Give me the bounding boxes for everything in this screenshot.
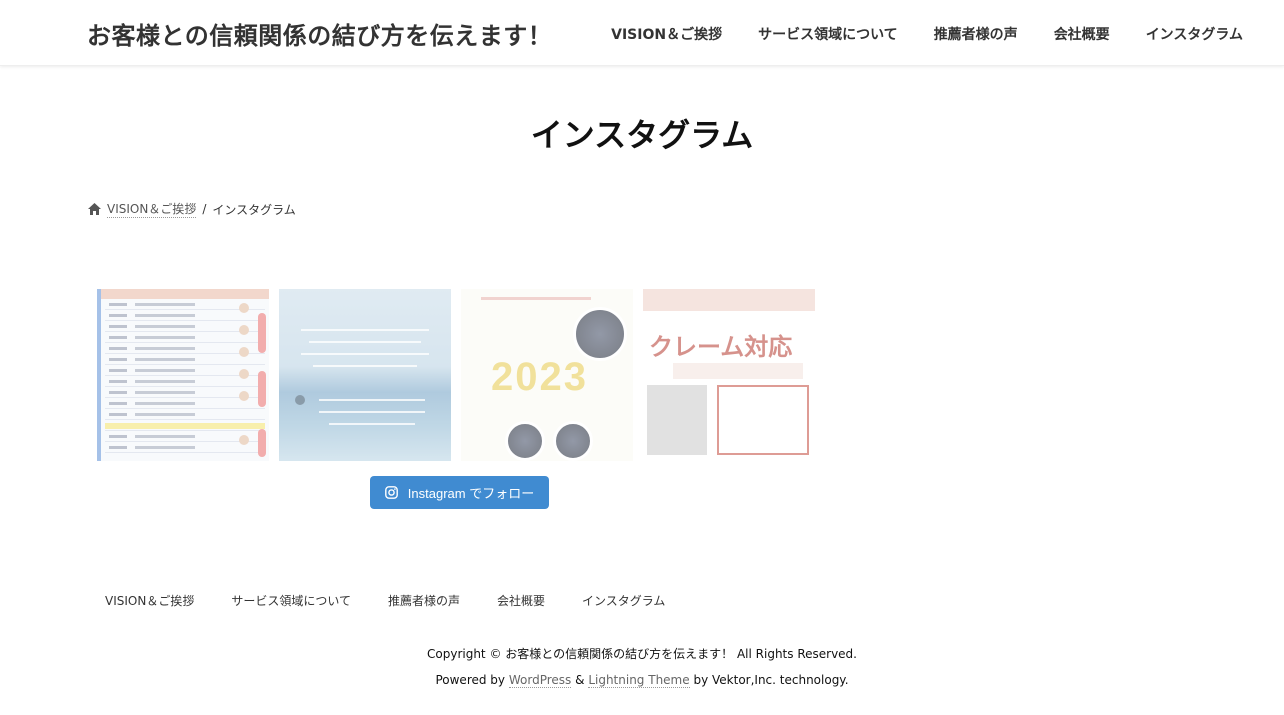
instagram-post-claim[interactable]: クレーム対応 [643, 289, 815, 461]
nav-item-service[interactable]: サービス領域について [758, 24, 898, 44]
powered-suffix: by Vektor,Inc. technology. [693, 673, 849, 687]
footer-nav-company[interactable]: 会社概要 [497, 592, 545, 609]
powered-prefix: Powered by [435, 673, 506, 687]
nav-item-testimonials[interactable]: 推薦者様の声 [934, 24, 1018, 44]
instagram-grid: 2023 クレーム対応 [97, 289, 817, 461]
site-title[interactable]: お客様との信頼関係の結び方を伝えます！ [87, 16, 552, 51]
instagram-follow-button[interactable]: Instagram でフォロー [370, 476, 549, 509]
instagram-icon [384, 486, 398, 499]
nav-item-instagram[interactable]: インスタグラム [1146, 24, 1243, 44]
page-title: インスタグラム [530, 116, 754, 154]
instagram-feed: 2023 クレーム対応 [97, 289, 817, 461]
nav-item-vision[interactable]: VISION＆ご挨拶 [611, 24, 722, 44]
follow-button-label: Instagram でフォロー [407, 486, 535, 501]
global-nav: VISION＆ご挨拶 サービス領域について 推薦者様の声 会社概要 インスタグラ… [575, 24, 1243, 44]
site-header: お客様との信頼関係の結び方を伝えます！ VISION＆ご挨拶 サービス領域につい… [0, 0, 1284, 66]
nav-item-company[interactable]: 会社概要 [1054, 24, 1110, 44]
wordpress-link[interactable]: WordPress [508, 673, 572, 688]
breadcrumb-current: インスタグラム [212, 202, 296, 217]
tile-claim-text: クレーム対応 [649, 334, 793, 361]
copyright-text: Copyright © お客様との信頼関係の結び方を伝えます！ All Righ… [427, 647, 857, 661]
instagram-post-ocean[interactable] [279, 289, 451, 461]
page-header: インスタグラム [0, 67, 1284, 191]
breadcrumb-home-link[interactable]: VISION＆ご挨拶 [107, 200, 197, 218]
breadcrumb: VISION＆ご挨拶 / インスタグラム [87, 200, 296, 218]
home-icon [87, 202, 102, 216]
footer-nav-vision[interactable]: VISION＆ご挨拶 [105, 592, 194, 609]
footer-nav: VISION＆ご挨拶 サービス領域について 推薦者様の声 会社概要 インスタグラ… [87, 592, 684, 609]
lightning-theme-link[interactable]: Lightning Theme [588, 673, 690, 688]
footer-nav-service[interactable]: サービス領域について [231, 592, 351, 609]
instagram-post-2023[interactable]: 2023 [461, 289, 633, 461]
footer-nav-testimonials[interactable]: 推薦者様の声 [388, 592, 460, 609]
instagram-post-schedule[interactable] [97, 289, 269, 461]
tile-2023-text: 2023 [491, 355, 588, 399]
footer-nav-instagram[interactable]: インスタグラム [582, 592, 665, 609]
powered-amp: & [575, 673, 585, 687]
breadcrumb-separator: / [202, 202, 207, 216]
powered-by: Powered by WordPress & Lightning Theme b… [0, 673, 1284, 688]
